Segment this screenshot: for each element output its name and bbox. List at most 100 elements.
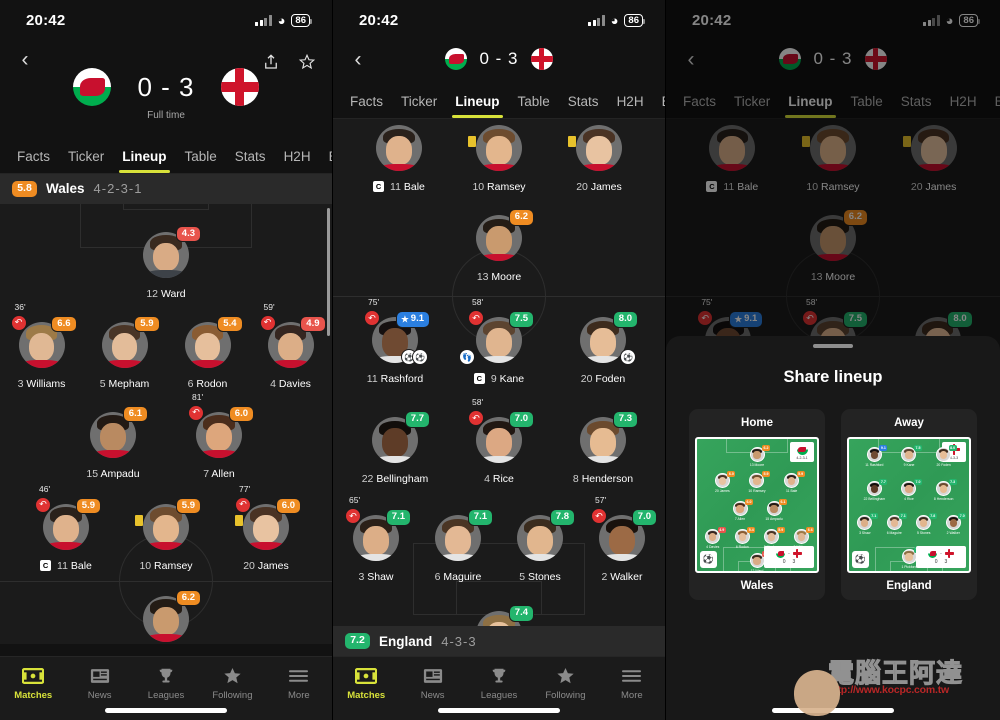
- player-name: 3 Williams: [3, 378, 81, 390]
- player-card[interactable]: 46' ↶ 5.9 C 11 Bale: [27, 484, 105, 572]
- player-card[interactable]: 65' ↶ 7.1 3 Shaw: [337, 495, 415, 583]
- tab-buzz[interactable]: Buzz: [320, 149, 332, 173]
- star-outline-icon[interactable]: [298, 52, 316, 72]
- player-card[interactable]: 81' ↶ 6.0 7 Allen: [180, 392, 258, 480]
- back-chevron-icon[interactable]: ‹: [347, 48, 369, 70]
- mini-score-home: 0: [934, 559, 938, 565]
- substitution-minute: 58': [472, 297, 484, 307]
- player-card[interactable]: 75' ↶ ★ 9.1 ⚽ ⚽ 11 Rashford: [356, 297, 434, 385]
- player-card[interactable]: 5.9 10 Ramsey: [127, 497, 205, 572]
- mini-pitch-home: 4-2-3-1 6.2 13 Moore 6.0 20 James 5.9 10…: [695, 437, 819, 573]
- player-card[interactable]: 58' ↶ 7.0 4 Rice: [460, 397, 538, 485]
- share-card-home[interactable]: Home 4-2-3-1 6.2 13 Moore 6.0 20 James 5…: [689, 409, 825, 600]
- player-rating: 7.0: [508, 411, 534, 428]
- player-card[interactable]: 59' ↶ 4.9 4 Davies: [252, 302, 330, 390]
- player-rating: 9.1: [879, 445, 888, 451]
- event-badges: ⚽: [620, 349, 636, 365]
- player-card[interactable]: 77' ↶ 6.0 20 James: [227, 484, 305, 572]
- home-row-att: 46' ↶ 5.9 C 11 Bale 5.9 10 Ramsey 77' ↶ …: [0, 480, 332, 572]
- nav-leagues[interactable]: Leagues: [133, 665, 199, 701]
- player-card[interactable]: 10 Ramsey: [460, 125, 538, 193]
- tab-h2h[interactable]: H2H: [608, 94, 653, 118]
- tab-h2h[interactable]: H2H: [275, 149, 320, 173]
- status-bar: 20:42 ◕ 86: [333, 0, 665, 40]
- nav-leagues[interactable]: Leagues: [466, 665, 532, 701]
- cellular-signal-icon: [255, 14, 272, 26]
- nav-news[interactable]: News: [399, 665, 465, 701]
- player-card[interactable]: 5.9 5 Mepham: [86, 315, 164, 390]
- player-card[interactable]: 6.2 13 Moore: [460, 209, 538, 283]
- avatar: [576, 125, 622, 171]
- share-card-side-label: Home: [741, 417, 773, 429]
- nav-following[interactable]: Following: [532, 665, 598, 701]
- sheet-grabber[interactable]: [813, 344, 853, 348]
- tab-lineup[interactable]: Lineup: [446, 94, 508, 118]
- tab-table[interactable]: Table: [176, 149, 226, 173]
- tab-stats[interactable]: Stats: [559, 94, 608, 118]
- player-lastname: Mepham: [108, 377, 150, 390]
- player-card[interactable]: 7.3 8 Henderson: [564, 411, 642, 485]
- player-name: 20 James: [714, 489, 730, 493]
- hamburger-icon: [599, 665, 665, 687]
- nav-matches[interactable]: Matches: [333, 665, 399, 701]
- tab-lineup[interactable]: Lineup: [113, 149, 175, 173]
- nav-matches[interactable]: Matches: [0, 665, 66, 701]
- nav-more[interactable]: More: [266, 665, 332, 701]
- away-pitch[interactable]: C 11 Bale 10 Ramsey 20 James 6.2 13 Moor…: [333, 119, 665, 638]
- halfway-line: [333, 296, 665, 297]
- player-number: 11: [366, 373, 378, 385]
- mini-player: 7.8 5 Stones: [910, 513, 938, 535]
- tab-table[interactable]: Table: [509, 94, 559, 118]
- hamburger-icon: [266, 665, 332, 687]
- player-card[interactable]: 7.1 6 Maguire: [419, 509, 497, 583]
- vertical-scrollbar[interactable]: [327, 207, 330, 336]
- player-card[interactable]: 8.0 ⚽ 20 Foden: [564, 311, 642, 385]
- nav-more[interactable]: More: [599, 665, 665, 701]
- home-team-banner[interactable]: 5.8 Wales 4-2-3-1: [0, 174, 332, 204]
- player-number: 7: [203, 467, 210, 480]
- back-chevron-icon[interactable]: ‹: [14, 48, 36, 70]
- player-rating: 7.3: [612, 411, 638, 428]
- tab-ticker[interactable]: Ticker: [59, 149, 113, 173]
- mini-player: 6.1 15 Ampadu: [760, 499, 788, 521]
- wales-flag-icon: [776, 549, 786, 558]
- player-name: 13 Moore: [749, 463, 765, 467]
- screenshot-root: 20:42 ◕ 86 ‹ 0 - 3 Full time Facts Ticke…: [0, 0, 1000, 720]
- player-rating: 7.4: [508, 605, 534, 622]
- player-card[interactable]: 6.2 13 Moore: [127, 589, 205, 644]
- player-card[interactable]: 6.1 15 Ampadu: [74, 405, 152, 480]
- share-icon[interactable]: [262, 52, 280, 72]
- player-rating: 6.0: [727, 471, 736, 477]
- nav-label: Following: [212, 690, 253, 701]
- player-card[interactable]: 7.7 22 Bellingham: [356, 411, 434, 485]
- share-card-away[interactable]: Away 4-3-3 9.1 11 Rashford 7.5 9 Kane 8.…: [841, 409, 977, 600]
- player-card[interactable]: 7.8 5 Stones: [501, 509, 579, 583]
- tab-buzz[interactable]: Buzz: [653, 94, 665, 118]
- player-card[interactable]: 20 James: [560, 125, 638, 193]
- player-rating: 5.9: [796, 471, 805, 477]
- player-lastname: Ramsey: [154, 559, 193, 572]
- nav-following[interactable]: Following: [199, 665, 265, 701]
- player-rating: 7.0: [631, 509, 657, 526]
- player-number: 3: [17, 377, 24, 390]
- tab-facts[interactable]: Facts: [341, 94, 392, 118]
- tab-stats[interactable]: Stats: [226, 149, 275, 173]
- player-rating: 6.2: [508, 209, 534, 226]
- player-card[interactable]: 5.4 6 Rodon: [169, 315, 247, 390]
- tab-ticker[interactable]: Ticker: [392, 94, 446, 118]
- home-pitch[interactable]: 4.3 12 Ward 36' ↶ 6.6 3 Williams 5.9 5 M…: [0, 203, 332, 644]
- player-card[interactable]: 4.3 12 Ward: [127, 225, 205, 300]
- nav-news[interactable]: News: [66, 665, 132, 701]
- player-card[interactable]: 58' ↶ 7.5 👣 C 9 Kane: [459, 297, 538, 385]
- player-card[interactable]: 57' ↶ 7.0 2 Walker: [583, 495, 661, 583]
- nav-label: More: [288, 690, 310, 701]
- player-number: 4: [270, 377, 276, 390]
- bottom-nav-1: Matches News Leagues Following More: [0, 656, 332, 720]
- home-indicator: [438, 708, 560, 713]
- player-card[interactable]: C 11 Bale: [360, 125, 438, 193]
- player-lastname: Henderson: [581, 473, 634, 485]
- player-card[interactable]: 36' ↶ 6.6 3 Williams: [3, 302, 81, 390]
- away-team-banner[interactable]: 7.2 England 4-3-3: [333, 626, 665, 656]
- app-logo-icon: ⚽: [852, 551, 869, 568]
- tab-facts[interactable]: Facts: [8, 149, 59, 173]
